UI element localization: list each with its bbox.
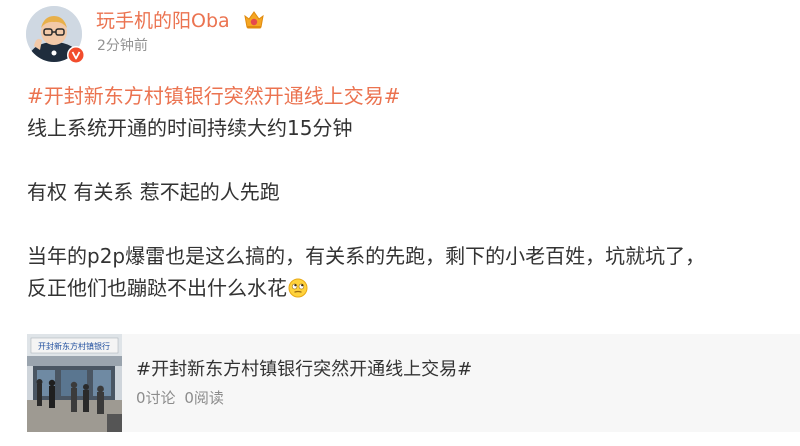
weibo-post: 玩手机的阳Oba 2分钟前 #开封新东方村镇银行突然开通线上交易# 线上系统开通…: [0, 0, 800, 446]
topic-card-stats: 0讨论 0阅读: [136, 388, 224, 408]
avatar[interactable]: [26, 6, 85, 64]
thumbnail-sign-text: 开封新东方村镇银行: [38, 341, 110, 351]
hashtag-link[interactable]: #开封新东方村镇银行突然开通线上交易#: [27, 84, 401, 108]
topic-thumbnail: 开封新东方村镇银行: [27, 334, 122, 432]
post-line-last: 反正他们也蹦跶不出什么水花: [27, 272, 797, 307]
post-timestamp[interactable]: 2分钟前: [97, 37, 148, 55]
topic-card-title[interactable]: #开封新东方村镇银行突然开通线上交易#: [136, 358, 472, 382]
post-line: 线上系统开通的时间持续大约15分钟: [27, 116, 353, 140]
post-line-text: 反正他们也蹦跶不出什么水花: [27, 276, 287, 300]
discussion-count: 0讨论: [136, 389, 176, 407]
read-count: 0阅读: [184, 389, 224, 407]
vip-crown-icon[interactable]: [243, 10, 265, 30]
post-line: 当年的p2p爆雷也是这么搞的，有关系的先跑，剩下的小老百姓，坑就坑了，: [27, 244, 706, 268]
post-content: #开封新东方村镇银行突然开通线上交易# 线上系统开通的时间持续大约15分钟 有权…: [27, 80, 797, 307]
topic-card[interactable]: 开封新东方村镇银行 #开封新东方村镇银行突然开通线上交易# 0讨论 0阅读: [27, 334, 800, 432]
eye-roll-emoji-icon: [288, 275, 308, 307]
user-name[interactable]: 玩手机的阳Oba: [96, 9, 230, 33]
verified-badge-icon: [67, 46, 85, 64]
post-line: 有权 有关系 惹不起的人先跑: [27, 180, 280, 204]
